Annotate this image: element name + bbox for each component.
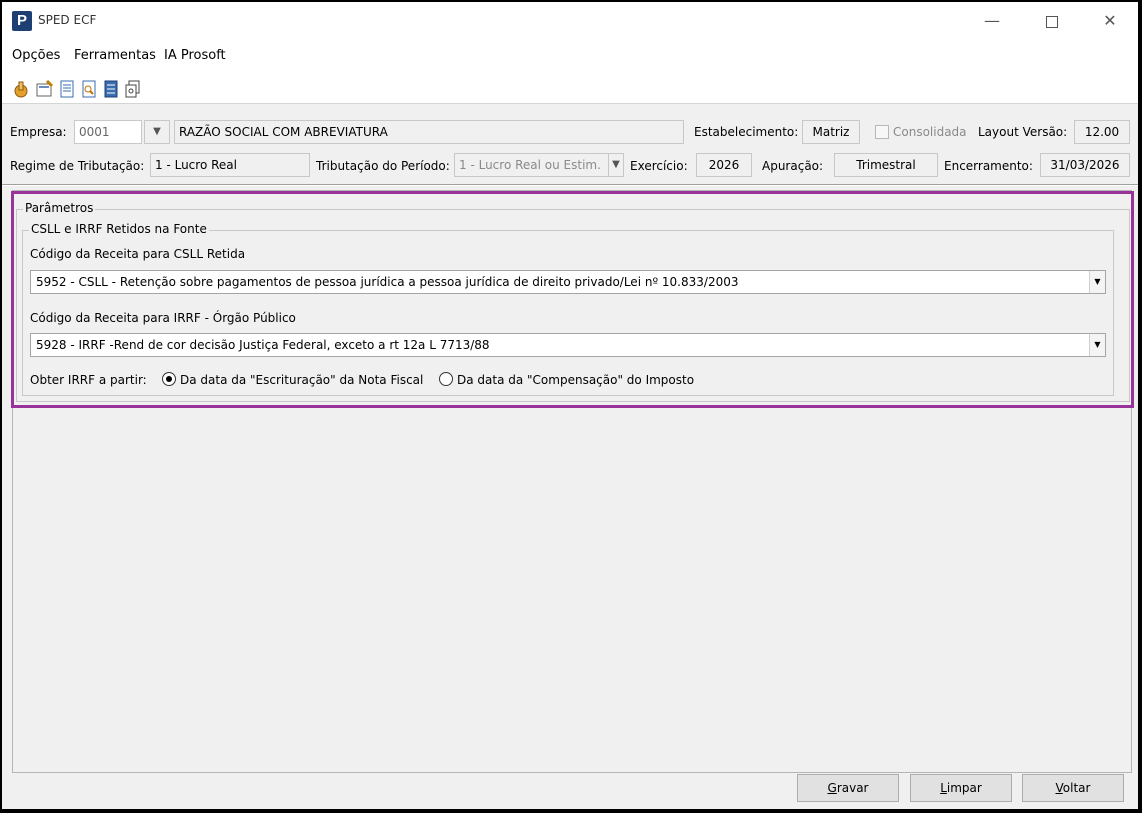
layout-version-label: Layout Versão: bbox=[978, 125, 1068, 139]
limpar-button[interactable]: Limpar bbox=[910, 774, 1012, 802]
layout-version-field: 12.00 bbox=[1074, 120, 1130, 144]
encerramento-field: 31/03/2026 bbox=[1040, 153, 1130, 177]
parameters-highlight-box bbox=[11, 191, 1134, 408]
menu-opcoes[interactable]: Opções bbox=[12, 48, 60, 63]
copy-icon[interactable] bbox=[124, 80, 142, 98]
hand-icon[interactable] bbox=[12, 80, 30, 98]
exercicio-field: 2026 bbox=[696, 153, 752, 177]
gravar-button[interactable]: Gravar bbox=[797, 774, 899, 802]
voltar-label: oltar bbox=[1062, 781, 1091, 795]
apuracao-label: Apuração: bbox=[762, 159, 824, 173]
estabelecimento-field: Matriz bbox=[802, 120, 860, 144]
app-window: P SPED ECF — ✕ Opções Ferramentas IA Pro… bbox=[2, 2, 1138, 809]
window-title: SPED ECF bbox=[38, 13, 97, 27]
limpar-label: impar bbox=[946, 781, 982, 795]
app-logo-icon: P bbox=[12, 11, 32, 31]
empresa-code-field[interactable]: 0001 bbox=[74, 120, 142, 144]
search-document-icon[interactable] bbox=[80, 80, 98, 98]
limpar-mnemonic: L bbox=[940, 781, 947, 795]
empresa-dropdown-button[interactable]: ▼ bbox=[144, 120, 170, 144]
consolidada-checkbox[interactable] bbox=[875, 125, 889, 139]
regime-label: Regime de Tributação: bbox=[10, 159, 145, 173]
header-separator bbox=[2, 184, 1138, 186]
gravar-mnemonic: G bbox=[827, 781, 837, 795]
maximize-button[interactable] bbox=[1022, 2, 1082, 40]
consolidada-label: Consolidada bbox=[893, 125, 967, 139]
regime-field: 1 - Lucro Real bbox=[150, 153, 310, 177]
voltar-mnemonic: V bbox=[1055, 781, 1063, 795]
exercicio-label: Exercício: bbox=[630, 159, 688, 173]
maximize-icon bbox=[1046, 15, 1058, 28]
report-icon[interactable] bbox=[102, 80, 120, 98]
estabelecimento-label: Estabelecimento: bbox=[694, 125, 799, 139]
encerramento-label: Encerramento: bbox=[944, 159, 1033, 173]
trib-periodo-label: Tributação do Período: bbox=[316, 159, 450, 173]
trib-periodo-dropdown-arrow[interactable]: ▼ bbox=[608, 153, 624, 177]
gravar-label: ravar bbox=[836, 781, 869, 795]
toolbar bbox=[2, 72, 1138, 104]
empresa-label: Empresa: bbox=[10, 125, 67, 139]
menu-ia-prosoft[interactable]: IA Prosoft bbox=[164, 48, 226, 63]
trib-periodo-combo[interactable]: 1 - Lucro Real ou Estim. bbox=[454, 153, 610, 177]
minimize-button[interactable]: — bbox=[962, 2, 1022, 40]
menu-ferramentas[interactable]: Ferramentas bbox=[74, 48, 156, 63]
settings-icon[interactable] bbox=[36, 80, 54, 98]
empresa-name-field: RAZÃO SOCIAL COM ABREVIATURA bbox=[174, 120, 684, 144]
menu-bar: Opções Ferramentas IA Prosoft bbox=[2, 40, 1138, 72]
voltar-button[interactable]: Voltar bbox=[1022, 774, 1124, 802]
close-button[interactable]: ✕ bbox=[1080, 2, 1138, 40]
title-bar: P SPED ECF — ✕ bbox=[2, 2, 1138, 40]
document-icon[interactable] bbox=[58, 80, 76, 98]
apuracao-field: Trimestral bbox=[834, 153, 938, 177]
